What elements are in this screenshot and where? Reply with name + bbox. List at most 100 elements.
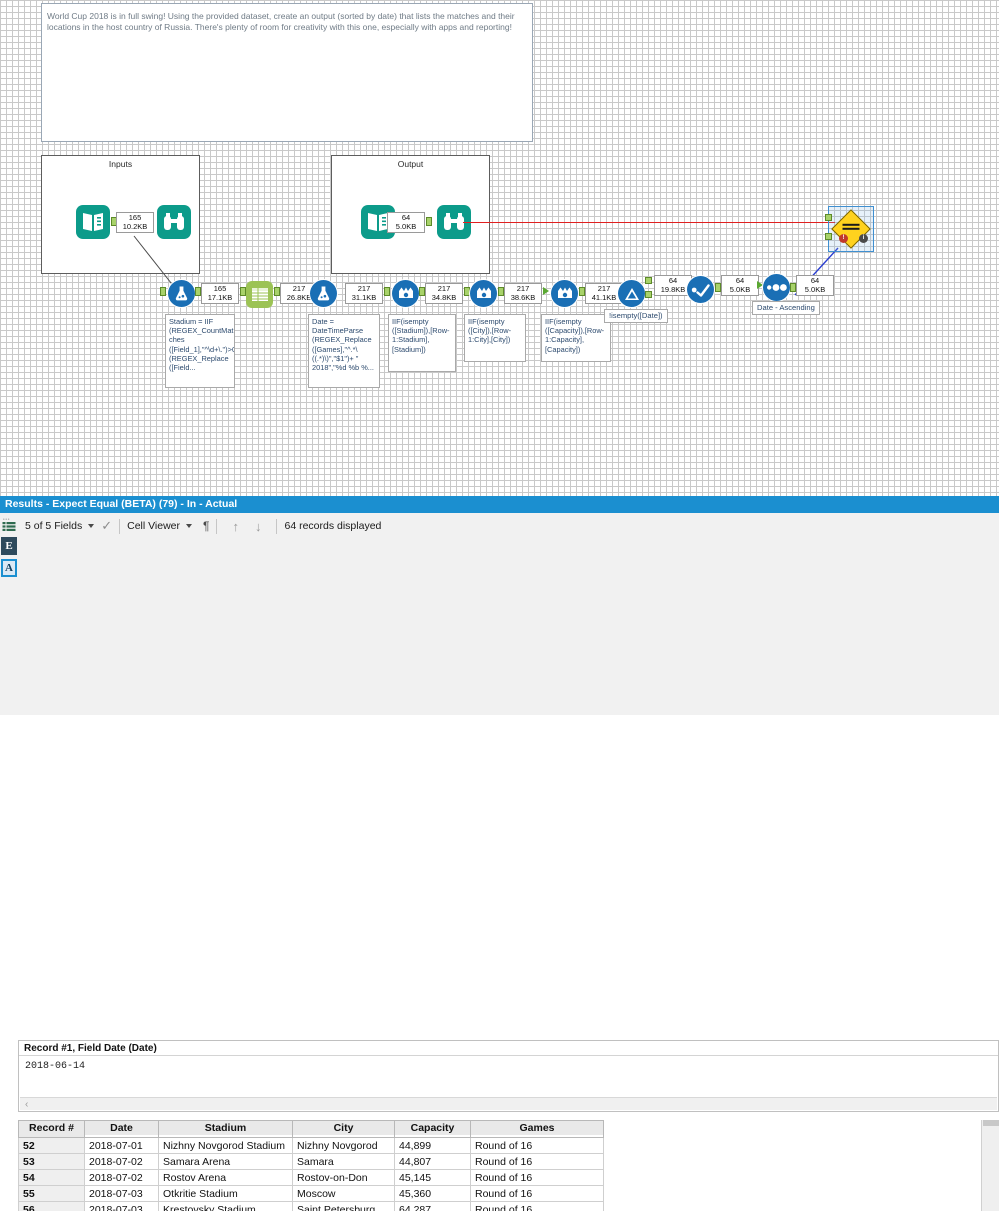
column-header-capacity[interactable]: Capacity [395, 1121, 471, 1135]
connector-nub [384, 287, 390, 296]
record-size: 5.0KB [724, 286, 756, 295]
connection-label-1[interactable]: 165 17.1KB [201, 283, 239, 304]
pilcrow-icon[interactable]: ¶ [203, 519, 209, 533]
record-size: 41.1KB [588, 294, 620, 303]
table-row[interactable]: 542018-07-02Rostov ArenaRostov-on-Don45,… [19, 1170, 604, 1186]
tool-sort[interactable] [763, 274, 790, 301]
cell-value[interactable]: 64,287 [395, 1202, 471, 1211]
cell-value[interactable]: Moscow [293, 1186, 395, 1202]
connection-label-inputs[interactable]: 165 10.2KB [116, 212, 154, 233]
tool-annotation-5: IIF(isempty ([Capacity]),[Row-1:Capacity… [541, 314, 611, 362]
table-row[interactable]: 552018-07-03Otkritie StadiumMoscow45,360… [19, 1186, 604, 1202]
cell-value[interactable]: Nizhny Novgorod [293, 1138, 395, 1154]
input-data-icon[interactable] [76, 205, 110, 239]
table-row[interactable]: 532018-07-02Samara ArenaSamara44,807Roun… [19, 1154, 604, 1170]
cell-value[interactable]: Round of 16 [471, 1138, 604, 1154]
cell-value[interactable]: Nizhny Novgorod Stadium [159, 1138, 293, 1154]
cell-value[interactable]: 44,807 [395, 1154, 471, 1170]
cell-record-number[interactable]: 54 [19, 1170, 85, 1186]
results-grid[interactable]: Record # Date Stadium City Capacity Game… [18, 1120, 981, 1211]
tool-filter[interactable] [618, 280, 645, 307]
scrollbar-thumb[interactable] [983, 1120, 999, 1126]
cell-value[interactable]: Round of 16 [471, 1202, 604, 1211]
viewer-label: Cell Viewer [127, 520, 180, 532]
cell-value[interactable]: 2018-07-02 [85, 1154, 159, 1170]
connection-label-4[interactable]: 217 34.8KB [425, 283, 463, 304]
cell-viewer-header: Record #1, Field Date (Date) [19, 1041, 998, 1056]
results-rail: E A [0, 515, 18, 715]
connection-label-output[interactable]: 64 5.0KB [387, 212, 425, 233]
cell-value[interactable]: Samara Arena [159, 1154, 293, 1170]
cell-viewer-scrollbar[interactable]: ‹ [20, 1097, 997, 1110]
rail-annotation-button[interactable]: A [1, 559, 17, 577]
rail-expression-button[interactable]: E [1, 537, 17, 555]
column-header-city[interactable]: City [293, 1121, 395, 1135]
record-size: 5.0KB [390, 223, 422, 232]
connector-nub-in-expected [825, 214, 832, 221]
cell-value[interactable]: 2018-07-01 [85, 1138, 159, 1154]
column-header-games[interactable]: Games [471, 1121, 604, 1135]
record-size: 17.1KB [204, 294, 236, 303]
cell-record-number[interactable]: 56 [19, 1202, 85, 1211]
tool-multirow-3[interactable] [551, 280, 578, 307]
cell-value[interactable]: 45,360 [395, 1186, 471, 1202]
cell-value[interactable]: Rostov Arena [159, 1170, 293, 1186]
cell-value[interactable]: Otkritie Stadium [159, 1186, 293, 1202]
connection-label-3[interactable]: 217 31.1KB [345, 283, 383, 304]
cell-value[interactable]: 45,145 [395, 1170, 471, 1186]
alteryx-designer-window: World Cup 2018 is in full swing! Using t… [0, 0, 999, 715]
tool-multirow-2[interactable] [470, 280, 497, 307]
tool-select[interactable] [687, 276, 714, 303]
nav-arrows[interactable]: ↑ ↓ [217, 515, 276, 537]
connection-label-5[interactable]: 217 38.6KB [504, 283, 542, 304]
cell-value[interactable]: 2018-07-02 [85, 1170, 159, 1186]
cell-value[interactable]: 2018-07-03 [85, 1186, 159, 1202]
flask-icon [173, 285, 190, 302]
browse-tool-icon-inputs[interactable] [157, 205, 191, 239]
multirow-icon [397, 286, 415, 302]
arrow-up-icon[interactable]: ↑ [224, 519, 247, 534]
connection-label-9[interactable]: 64 5.0KB [796, 275, 834, 296]
cell-value[interactable]: 2018-07-03 [85, 1202, 159, 1211]
cell-value[interactable]: Saint Petersburg [293, 1202, 395, 1211]
cell-record-number[interactable]: 55 [19, 1186, 85, 1202]
chevron-left-icon[interactable]: ‹ [25, 1098, 28, 1111]
cell-value[interactable]: Rostov-on-Don [293, 1170, 395, 1186]
cell-value[interactable]: Round of 16 [471, 1170, 604, 1186]
cell-value[interactable]: Krestovsky Stadium [159, 1202, 293, 1211]
container-title-inputs: Inputs [42, 159, 199, 169]
fields-selector[interactable]: 5 of 5 Fields ✓ [18, 515, 119, 537]
info-badge[interactable]: i [859, 234, 868, 243]
grid-vertical-scrollbar[interactable] [981, 1120, 999, 1211]
cell-record-number[interactable]: 53 [19, 1154, 85, 1170]
binoculars-icon [162, 212, 186, 232]
table-row[interactable]: 562018-07-03Krestovsky StadiumSaint Pete… [19, 1202, 604, 1211]
connector-nub-in-actual [825, 233, 832, 240]
tool-multirow-1[interactable] [392, 280, 419, 307]
workflow-canvas[interactable]: World Cup 2018 is in full swing! Using t… [0, 0, 999, 496]
tool-select-records[interactable] [246, 281, 273, 308]
record-size: 10.2KB [119, 223, 151, 232]
viewer-selector[interactable]: Cell Viewer ¶ [120, 515, 216, 537]
connection-label-8[interactable]: 64 5.0KB [721, 275, 759, 296]
table-row[interactable]: 522018-07-01Nizhny Novgorod StadiumNizhn… [19, 1138, 604, 1154]
cell-viewer[interactable]: Record #1, Field Date (Date) 2018-06-14 … [18, 1040, 999, 1112]
column-header-date[interactable]: Date [85, 1121, 159, 1135]
list-icon[interactable] [2, 518, 17, 533]
error-badge[interactable]: ! [839, 234, 848, 243]
tool-formula-2[interactable] [310, 280, 337, 307]
multirow-icon [475, 286, 493, 302]
cell-value[interactable]: 44,899 [395, 1138, 471, 1154]
arrow-down-icon[interactable]: ↓ [247, 519, 270, 534]
cell-value[interactable]: Round of 16 [471, 1154, 604, 1170]
column-header-stadium[interactable]: Stadium [159, 1121, 293, 1135]
cell-value[interactable]: Samara [293, 1154, 395, 1170]
cell-value[interactable]: Round of 16 [471, 1186, 604, 1202]
sort-icon [766, 281, 787, 294]
tool-expect-equal[interactable]: ! i [828, 206, 874, 252]
cell-record-number[interactable]: 52 [19, 1138, 85, 1154]
tool-formula-1[interactable] [168, 280, 195, 307]
connection-label-7[interactable]: 64 19.8KB [654, 275, 692, 296]
column-header-record[interactable]: Record # [19, 1121, 85, 1135]
comment-box[interactable]: World Cup 2018 is in full swing! Using t… [41, 3, 533, 142]
